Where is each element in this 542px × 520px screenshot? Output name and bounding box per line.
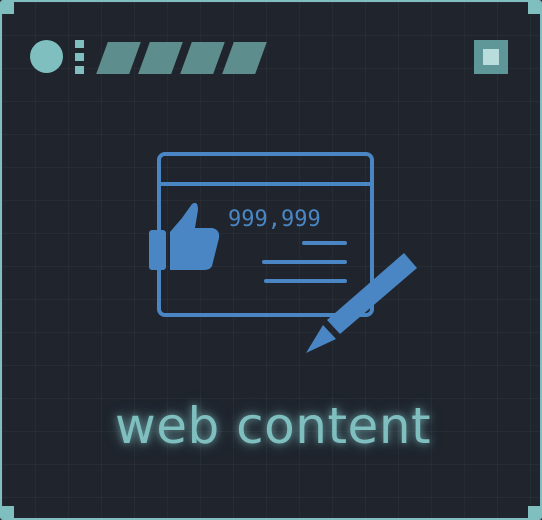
corner-accent-bottom-right <box>528 506 540 518</box>
progress-stripes <box>94 42 269 74</box>
vertical-dots-icon <box>75 40 84 74</box>
stop-button[interactable] <box>474 40 508 74</box>
corner-accent-bottom-left <box>2 506 14 518</box>
pen-icon <box>306 253 417 353</box>
corner-accent-top-right <box>528 2 540 14</box>
status-dot <box>30 40 63 73</box>
stripe-segment <box>138 42 183 74</box>
stripe-segment <box>96 42 141 74</box>
corner-accent-top-left <box>2 2 14 14</box>
stripe-segment <box>222 42 267 74</box>
stripe-segment <box>180 42 225 74</box>
browser-window-icon: 999,999 <box>149 152 417 353</box>
stop-icon <box>483 49 499 65</box>
counter-text: 999,999 <box>228 207 321 232</box>
caption-title: web content <box>114 397 432 455</box>
web-content-illustration: 999,999 <box>142 142 432 362</box>
card-frame: 999,999 web content <box>0 0 542 520</box>
